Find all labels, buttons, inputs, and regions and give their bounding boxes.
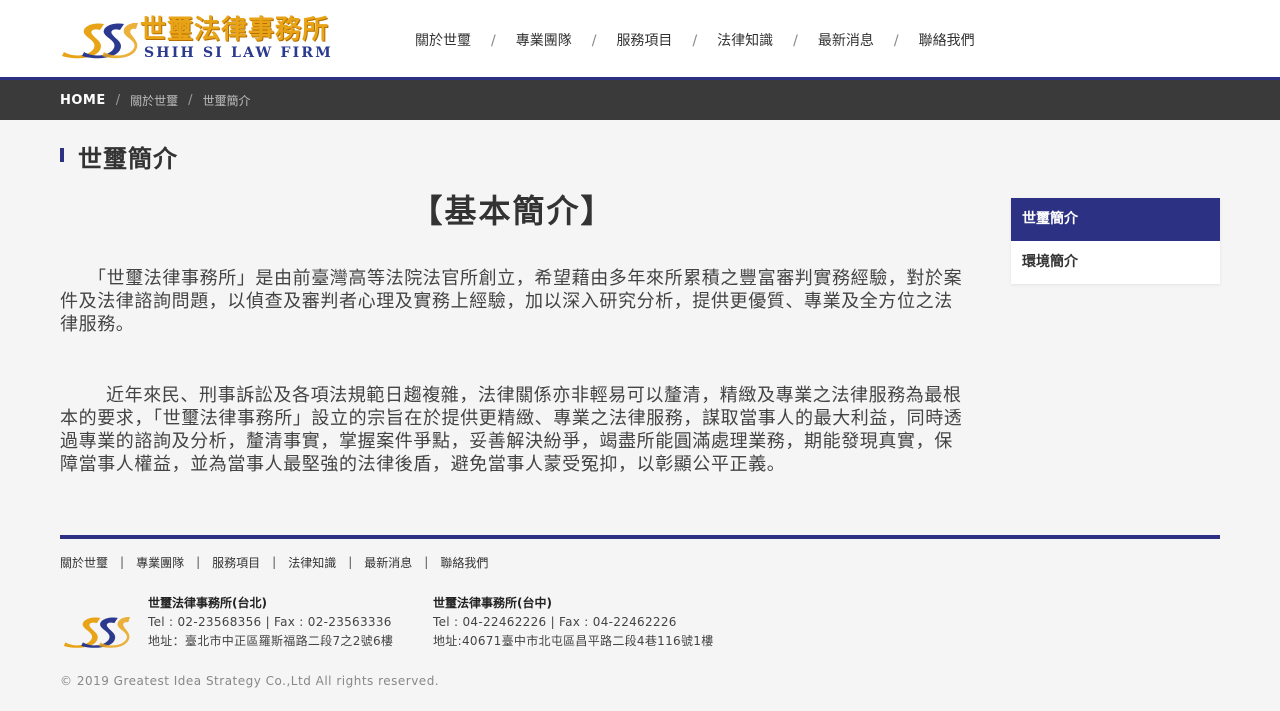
sss-swoosh-logo-icon	[62, 22, 138, 59]
office-name: 世璽法律事務所(台中)	[433, 596, 552, 610]
office-taipei: 世璽法律事務所(台北) Tel : 02-23568356 | Fax : 02…	[148, 594, 393, 651]
footer-nav-news[interactable]: 最新消息	[364, 554, 412, 571]
footer-nav-contact[interactable]: 聯絡我們	[440, 554, 488, 571]
footer-logo-icon	[63, 616, 130, 648]
nav-item-knowledge[interactable]: 法律知識	[702, 28, 788, 54]
footer-divider	[60, 535, 1220, 539]
office-address: 地址：臺北市中正區羅斯福路二段7之2號6樓	[148, 634, 394, 648]
breadcrumb-separator: /	[188, 92, 193, 108]
nav-item-team[interactable]: 專業團隊	[501, 28, 587, 54]
breadcrumb-home[interactable]: HOME	[60, 93, 106, 108]
logo-name-en: SHIH SI LAW FIRM	[144, 45, 333, 61]
section-title: 【基本簡介】	[410, 192, 615, 230]
site-header: 世璽法律事務所 SHIH SI LAW FIRM 關於世璽 / 專業團隊 / 服…	[0, 0, 1280, 78]
footer-nav-knowledge[interactable]: 法律知識	[288, 554, 336, 571]
footer-nav: 關於世璽 | 專業團隊 | 服務項目 | 法律知識 | 最新消息 | 聯絡我們	[60, 552, 488, 572]
office-name: 世璽法律事務所(台北)	[148, 596, 267, 610]
sidebar-item-environment[interactable]: 環境簡介	[1011, 241, 1220, 284]
breadcrumb-item-about[interactable]: 關於世璽	[130, 92, 178, 109]
breadcrumb-separator: /	[115, 92, 121, 108]
breadcrumb-item-current: 世璽簡介	[202, 93, 251, 108]
nav-separator: /	[893, 33, 899, 49]
sidebar-menu: 世璽簡介 環境簡介	[1011, 198, 1220, 284]
page-title: 世璽簡介	[78, 145, 178, 173]
breadcrumb-bar: HOME / 關於世璽 / 世璽簡介	[0, 80, 1280, 120]
footer-nav-separator: |	[120, 555, 125, 569]
nav-separator: /	[491, 33, 496, 49]
nav-separator: /	[793, 33, 798, 49]
footer-nav-separator: |	[424, 555, 429, 569]
nav-separator: /	[692, 33, 698, 49]
footer-nav-separator: |	[196, 555, 201, 569]
office-phone: Tel : 04-22462226 | Fax : 04-22462226	[433, 615, 677, 629]
breadcrumb: HOME / 關於世璽 / 世璽簡介	[60, 80, 251, 120]
sidebar-item-intro[interactable]: 世璽簡介	[1011, 198, 1220, 241]
logo-name-zh: 世璽法律事務所	[140, 15, 330, 45]
office-taichung: 世璽法律事務所(台中) Tel : 04-22462226 | Fax : 04…	[433, 594, 714, 651]
nav-item-contact[interactable]: 聯絡我們	[904, 28, 990, 54]
office-phone: Tel : 02-23568356 | Fax : 02-23563336	[148, 615, 392, 629]
intro-paragraph-1: 「世璽法律事務所」是由前臺灣高等法院法官所創立，希望藉由多年來所累積之豐富審判實…	[60, 268, 963, 335]
office-address: 地址:40671臺中市北屯區昌平路二段4巷116號1樓	[433, 634, 714, 648]
nav-item-news[interactable]: 最新消息	[803, 28, 889, 54]
site-logo[interactable]: 世璽法律事務所 SHIH SI LAW FIRM	[60, 14, 335, 64]
footer-nav-separator: |	[348, 555, 353, 569]
footer-nav-services[interactable]: 服務項目	[212, 554, 260, 571]
page-title-accent	[60, 148, 64, 162]
nav-item-about[interactable]: 關於世璽	[400, 28, 486, 54]
intro-paragraph-2: 近年來民、刑事訴訟及各項法規範日趨複雜，法律關係亦非輕易可以釐清，精緻及專業之法…	[60, 385, 963, 475]
nav-item-services[interactable]: 服務項目	[601, 28, 687, 54]
footer-nav-separator: |	[272, 555, 277, 569]
main-nav: 關於世璽 / 專業團隊 / 服務項目 / 法律知識 / 最新消息 / 聯絡我們	[400, 28, 990, 54]
footer-nav-team[interactable]: 專業團隊	[136, 554, 184, 571]
footer-nav-about[interactable]: 關於世璽	[60, 554, 108, 571]
nav-separator: /	[591, 33, 597, 49]
copyright: © 2019 Greatest Idea Strategy Co.,Ltd Al…	[60, 674, 440, 688]
